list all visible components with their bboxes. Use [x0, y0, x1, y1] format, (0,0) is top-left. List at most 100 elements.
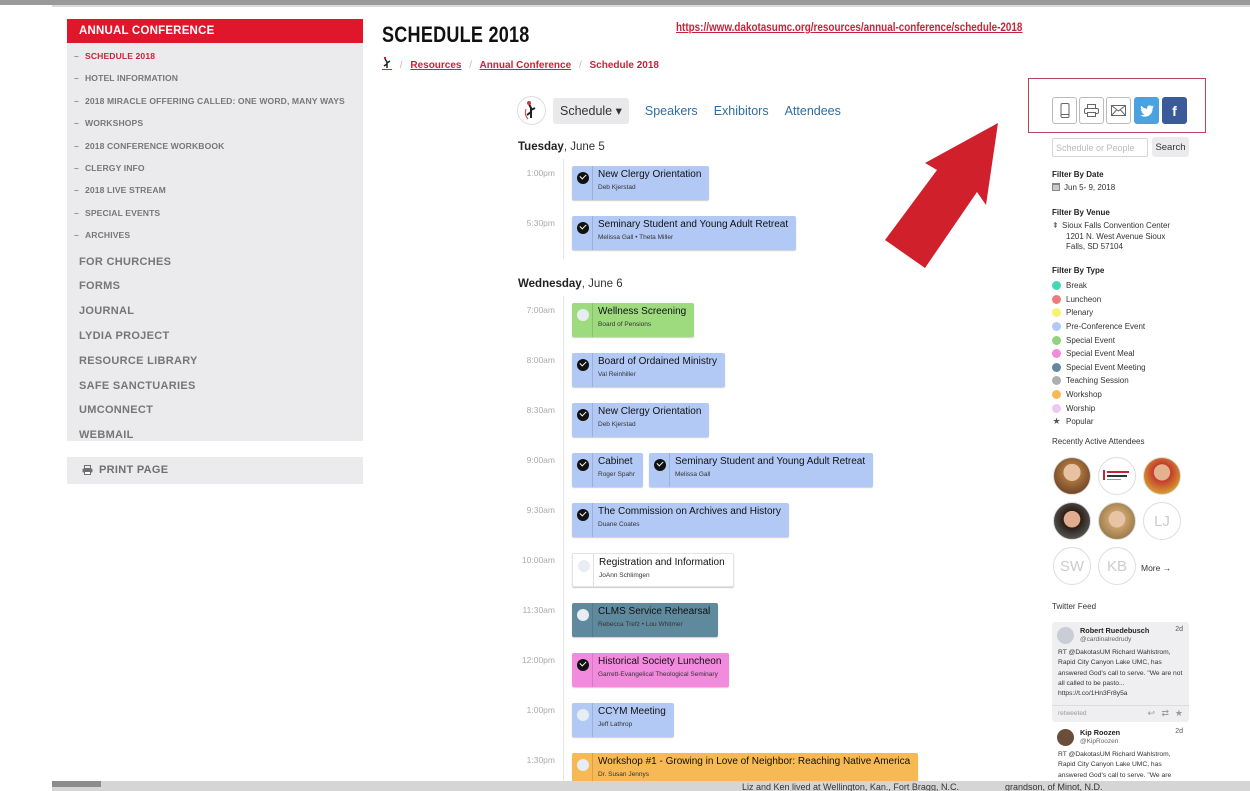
filter-venue-value[interactable]: ⇞ Sioux Falls Convention Center 1201 N. W…	[1052, 221, 1170, 253]
recent-attendees-label: Recently Active Attendees	[1052, 437, 1145, 446]
page-url-link[interactable]: https://www.dakotasumc.org/resources/ann…	[676, 22, 1022, 34]
event-checkbox[interactable]	[649, 453, 670, 487]
schedule-dropdown-button[interactable]: Schedule ▾	[553, 98, 629, 124]
sidebar-subitem[interactable]: –2018 MIRACLE OFFERING CALLED: ONE WORD,…	[67, 90, 363, 112]
nav-exhibitors-link[interactable]: Exhibitors	[714, 104, 769, 118]
envelope-icon	[1111, 105, 1126, 116]
filter-venue-label: Filter By Venue	[1052, 208, 1110, 217]
nav-speakers-link[interactable]: Speakers	[645, 104, 698, 118]
type-filter-item[interactable]: Worship	[1052, 401, 1146, 415]
sidebar-subitem[interactable]: – SPECIAL EVENTS	[67, 202, 363, 224]
tweet-card[interactable]: Kip Roozen @KipRoozen 2d RT @DakotasUM R…	[1052, 724, 1189, 781]
event-title: Cabinet	[598, 456, 633, 467]
twitter-feed-label: Twitter Feed	[1052, 602, 1097, 611]
dash-marker: –	[74, 73, 79, 84]
sidebar-item[interactable]: FOR CHURCHES	[67, 250, 363, 275]
favorite-star-icon[interactable]: ★	[1175, 708, 1183, 719]
event-card[interactable]: Registration and Information JoAnn Schlim…	[572, 553, 734, 587]
sidebar-subitem[interactable]: –2018 CONFERENCE WORKBOOK	[67, 135, 363, 157]
share-mobile-button[interactable]	[1052, 97, 1077, 124]
sidebar-subitem[interactable]: – SCHEDULE 2018	[67, 45, 363, 67]
sidebar-item[interactable]: JOURNAL	[67, 299, 363, 324]
event-card[interactable]: New Clergy Orientation Deb Kjerstad	[572, 166, 710, 200]
attendee-avatar[interactable]: KB	[1098, 547, 1136, 585]
sidebar-item[interactable]: SAFE SANCTUARIES	[67, 374, 363, 399]
attendee-avatar[interactable]: SW	[1053, 547, 1091, 585]
event-card[interactable]: CLMS Service Rehearsal Rebecca Trefz • Lo…	[572, 603, 719, 637]
sidebar-item[interactable]: WEBMAIL	[67, 423, 363, 448]
sidebar-subitem[interactable]: – HOTEL INFORMATION	[67, 67, 363, 89]
print-page-button[interactable]: PRINT PAGE	[67, 457, 363, 484]
type-filter-item[interactable]: Plenary	[1052, 306, 1146, 320]
event-checkbox[interactable]	[572, 453, 593, 487]
event-card[interactable]: Seminary Student and Young Adult Retreat…	[649, 453, 874, 487]
type-filter-item[interactable]: Break	[1052, 279, 1146, 293]
event-checkbox[interactable]	[572, 403, 593, 437]
sidebar-item[interactable]: FORMS	[67, 274, 363, 299]
attendee-avatar[interactable]	[1098, 502, 1136, 540]
more-attendees-link[interactable]: More →	[1141, 563, 1171, 573]
sidebar-item[interactable]: UMCONNECT	[67, 398, 363, 423]
event-checkbox[interactable]	[572, 166, 593, 200]
conference-logo[interactable]	[517, 96, 546, 125]
type-filter-item[interactable]: Special Event	[1052, 333, 1146, 347]
tweet-card[interactable]: Robert Ruedebusch @cardinalredrudy 2d RT…	[1052, 622, 1189, 722]
home-logo-icon[interactable]	[382, 56, 392, 70]
event-checkbox[interactable]	[572, 703, 593, 737]
share-twitter-button[interactable]	[1134, 97, 1159, 124]
event-card[interactable]: Wellness Screening Board of Pensions	[572, 303, 695, 337]
event-checkbox[interactable]	[572, 353, 593, 387]
sidebar-subitem[interactable]: – WORKSHOPS	[67, 112, 363, 134]
type-filter-item[interactable]: Special Event Meeting	[1052, 361, 1146, 375]
event-card[interactable]: CCYM Meeting Jeff Lathrop	[572, 703, 674, 737]
sidebar-item[interactable]: RESOURCE LIBRARY	[67, 349, 363, 374]
share-facebook-button[interactable]: f	[1162, 97, 1187, 124]
event-card[interactable]: New Clergy Orientation Deb Kjerstad	[572, 403, 710, 437]
event-title: Seminary Student and Young Adult Retreat	[598, 219, 789, 230]
breadcrumb-annual-conference[interactable]: Annual Conference	[479, 60, 571, 71]
attendee-avatar[interactable]	[1143, 457, 1181, 495]
search-button[interactable]: Search	[1152, 137, 1189, 157]
attendee-avatar[interactable]	[1053, 502, 1091, 540]
sidebar-header[interactable]: ANNUAL CONFERENCE	[67, 19, 363, 43]
sidebar-item[interactable]: LYDIA PROJECT	[67, 324, 363, 349]
sidebar-subitem[interactable]: –2018 LIVE STREAM	[67, 179, 363, 201]
share-email-button[interactable]	[1106, 97, 1131, 124]
event-checkbox[interactable]	[572, 216, 593, 250]
event-subtitle: Duane Coates	[598, 521, 640, 528]
sidebar-subitem-label: WORKSHOPS	[85, 118, 144, 129]
type-filter-item[interactable]: Special Event Meal	[1052, 347, 1146, 361]
share-print-button[interactable]	[1079, 97, 1104, 124]
empty-circle-icon	[577, 309, 589, 321]
attendee-avatar[interactable]: LJ	[1143, 502, 1181, 540]
attendee-avatar[interactable]	[1053, 457, 1091, 495]
sidebar-subitem[interactable]: – CLERGY INFO	[67, 157, 363, 179]
event-checkbox[interactable]	[572, 303, 593, 337]
horizontal-scrollbar-thumb[interactable]	[52, 781, 101, 787]
breadcrumb-resources[interactable]: Resources	[410, 60, 461, 71]
reply-icon[interactable]: ↩	[1147, 708, 1155, 719]
event-card[interactable]: The Commission on Archives and History Du…	[572, 503, 789, 537]
attendee-avatar[interactable]	[1098, 457, 1136, 495]
event-card[interactable]: Historical Society Luncheon Garrett-Evang…	[572, 653, 730, 687]
retweet-icon[interactable]: ⇄	[1161, 708, 1169, 719]
dash-marker: –	[74, 162, 79, 173]
event-title: CLMS Service Rehearsal	[598, 606, 711, 617]
type-filter-item[interactable]: Pre-Conference Event	[1052, 320, 1146, 334]
event-card[interactable]: Seminary Student and Young Adult Retreat…	[572, 216, 797, 250]
event-card[interactable]: Cabinet Roger Spahr	[572, 453, 643, 487]
type-filter-item[interactable]: Teaching Session	[1052, 374, 1146, 388]
type-filter-item[interactable]: Workshop	[1052, 388, 1146, 402]
event-checkbox[interactable]	[572, 503, 593, 537]
schedule-search-input[interactable]	[1052, 138, 1148, 157]
event-card[interactable]: Board of Ordained Ministry Val Reinhiller	[572, 353, 725, 387]
event-checkbox[interactable]	[572, 603, 593, 637]
cross-flame-logo-icon	[524, 101, 536, 120]
type-filter-popular[interactable]: ★ Popular	[1052, 415, 1146, 429]
filter-date-value[interactable]: Jun 5- 9, 2018	[1052, 183, 1115, 194]
nav-attendees-link[interactable]: Attendees	[785, 104, 841, 118]
type-filter-item[interactable]: Luncheon	[1052, 293, 1146, 307]
event-checkbox[interactable]	[573, 554, 594, 586]
sidebar-subitem[interactable]: – ARCHIVES	[67, 224, 363, 246]
event-checkbox[interactable]	[572, 653, 593, 687]
